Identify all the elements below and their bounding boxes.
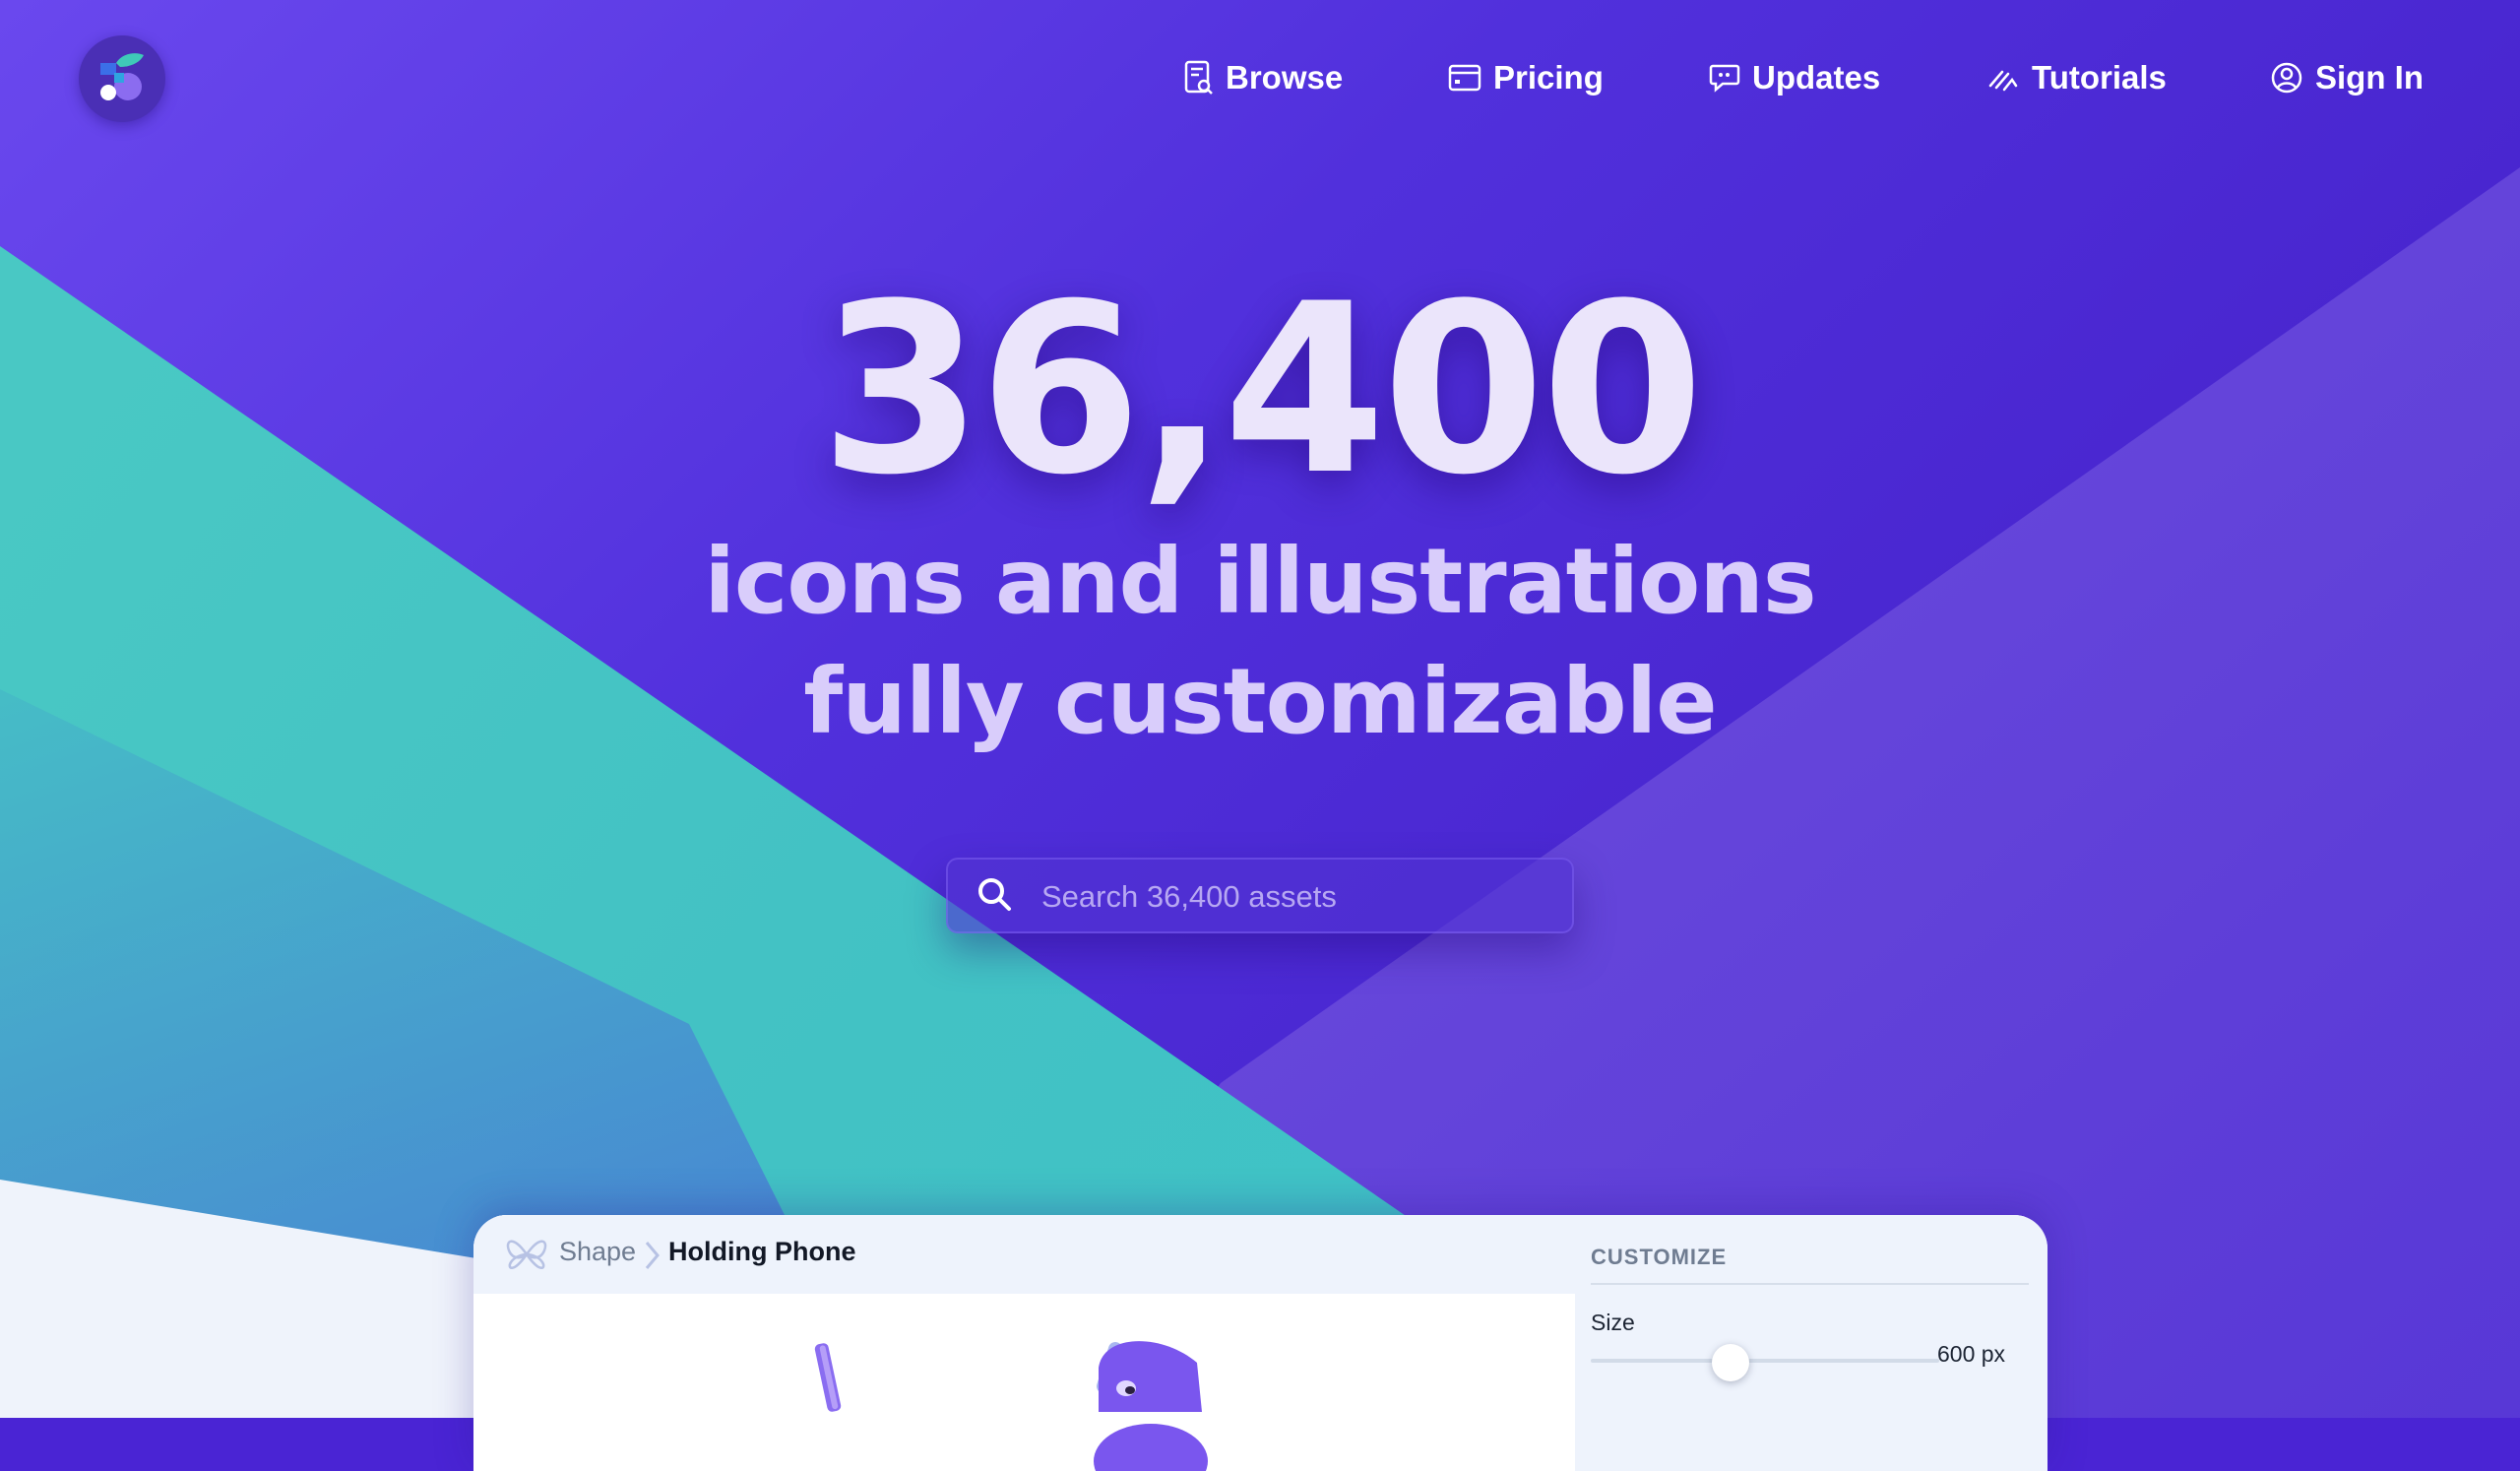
hero-asset-count: 36,400 [819, 254, 1704, 527]
holding-phone-illustration [814, 1341, 1208, 1471]
size-slider-thumb[interactable] [1711, 1344, 1749, 1381]
shape-category-icon [506, 1240, 547, 1269]
nav-sign-in-label: Sign In [2315, 59, 2424, 96]
nav-browse[interactable]: Browse [1184, 59, 1343, 96]
size-label: Size [1591, 1310, 1635, 1335]
customize-divider [1591, 1283, 2029, 1285]
search-input[interactable] [1040, 858, 1555, 935]
nav-sign-in[interactable]: Sign In [2270, 59, 2424, 96]
nav-browse-label: Browse [1226, 59, 1344, 96]
card-icon [1448, 64, 1481, 92]
asset-preview-card: Shape Holding Phone CUSTOMIZE Size 600 p… [473, 1215, 2048, 1471]
breadcrumb-root[interactable]: Shape [559, 1237, 636, 1267]
hero-tagline-line-2: fully customizable [803, 649, 1717, 754]
browse-icon [1184, 60, 1213, 95]
search-icon [978, 878, 1011, 911]
hero-tagline-line-1: icons and illustrations [704, 529, 1816, 634]
pen-icon [1988, 70, 2018, 92]
preview-canvas: Shape Holding Phone [473, 1215, 1575, 1471]
brand-logo[interactable] [79, 35, 165, 122]
preview-toolbar: Shape Holding Phone [473, 1215, 1575, 1294]
nav-pricing-label: Pricing [1493, 59, 1604, 96]
logo-mark-icon [100, 53, 144, 100]
nav-tutorials[interactable]: Tutorials [1986, 59, 2167, 96]
nav-tutorials-label: Tutorials [2032, 59, 2167, 96]
user-icon [2271, 62, 2302, 94]
size-slider-track[interactable] [1591, 1359, 1939, 1363]
customize-title: CUSTOMIZE [1591, 1245, 1728, 1269]
speech-bubble-icon [1709, 64, 1740, 93]
search-bar[interactable] [946, 858, 1574, 935]
chevron-right-icon [645, 1242, 660, 1269]
size-value: 600 px [1937, 1341, 2006, 1367]
nav-pricing[interactable]: Pricing [1448, 59, 1604, 96]
customize-panel: CUSTOMIZE Size 600 px [1575, 1215, 2048, 1471]
nav-updates-label: Updates [1752, 59, 1881, 96]
breadcrumb-current: Holding Phone [668, 1237, 856, 1266]
nav-updates[interactable]: Updates [1709, 59, 1880, 96]
